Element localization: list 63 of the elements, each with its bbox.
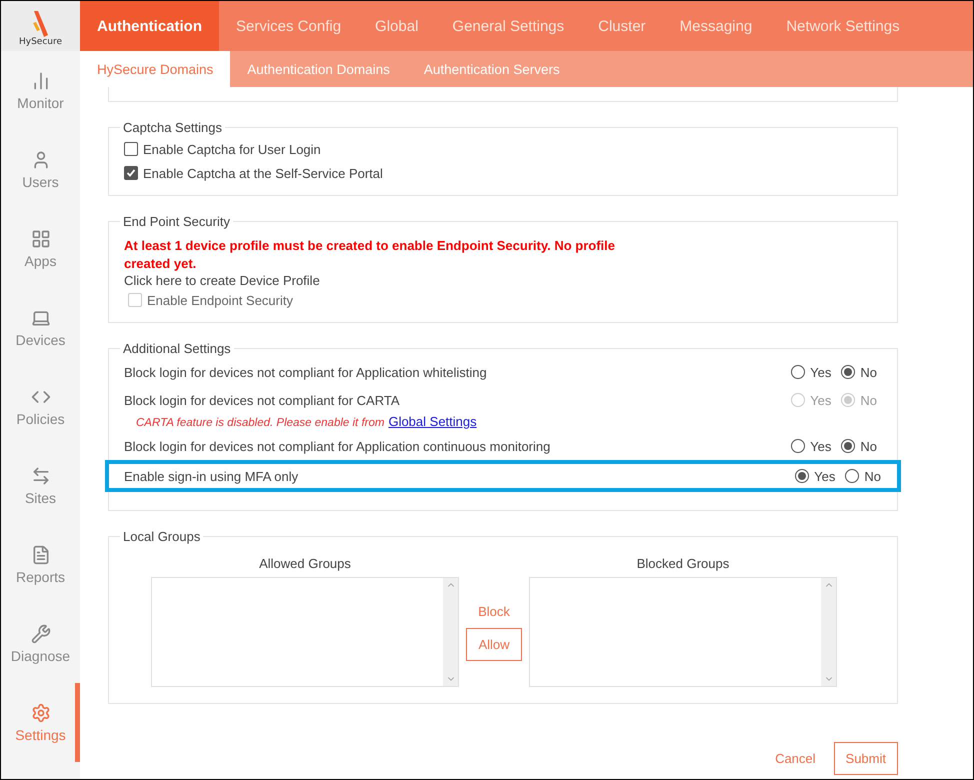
sidebar-item[interactable]: Diagnose — [1, 604, 80, 683]
setting-label: Enable sign-in using MFA only — [124, 468, 298, 484]
sidebar-item[interactable]: Users — [1, 130, 80, 209]
panel-title: Local Groups — [122, 529, 202, 544]
sidebar-item[interactable]: Settings — [1, 683, 80, 762]
panel-title: End Point Security — [122, 214, 231, 229]
setting-label: Block login for devices not compliant for Application whitelisting — [124, 364, 487, 380]
radio-button[interactable] — [841, 365, 856, 379]
block-button[interactable]: Block — [472, 603, 516, 620]
panel-title: Captcha Settings — [122, 120, 224, 135]
checkbox-label: Enable Captcha at the Self-Service Portal — [143, 166, 383, 180]
nav-tab[interactable]: Services Config — [219, 1, 358, 51]
radio-label: Yes — [814, 468, 836, 484]
panel-title: Additional Settings — [122, 341, 232, 356]
sub-tab[interactable]: Authentication Servers — [406, 51, 577, 87]
radio-label: Yes — [810, 364, 832, 380]
sidebar-item[interactable]: Reports — [1, 525, 80, 604]
radio-label: No — [860, 392, 877, 408]
nav-tab[interactable]: Cluster — [581, 1, 663, 51]
radio-label: Yes — [810, 438, 832, 454]
list-title: Allowed Groups — [258, 556, 352, 571]
nav-tab[interactable]: Messaging — [662, 1, 770, 51]
arrows-icon — [30, 466, 50, 486]
sidebar-item[interactable]: Devices — [1, 288, 80, 367]
radio-button[interactable] — [841, 439, 856, 453]
sub-tab[interactable]: Authentication Domains — [230, 51, 407, 87]
radio-button[interactable] — [791, 439, 806, 453]
document-icon — [30, 544, 50, 564]
logo-text: HySecure — [18, 37, 62, 47]
list-box[interactable] — [529, 577, 837, 687]
setting-label: Block login for devices not compliant for Application continuous monitoring — [124, 438, 550, 454]
wrench-icon — [30, 624, 50, 644]
radio-label: Yes — [810, 392, 832, 408]
sidebar-item[interactable]: Sites — [1, 446, 80, 525]
setting-label: Block login for devices not compliant for CARTA — [124, 392, 400, 408]
radio-label: No — [860, 438, 877, 454]
grid-icon — [30, 228, 50, 248]
notice-text: CARTA feature is disabled. Please enable it from Global Settings — [135, 414, 478, 431]
cancel-button[interactable]: Cancel — [769, 750, 822, 767]
checkbox-label: Enable Endpoint Security — [147, 292, 293, 308]
nav-tab[interactable]: Network Settings — [769, 1, 917, 51]
nav-tab[interactable]: General Settings — [435, 1, 582, 51]
list-title: Blocked Groups — [636, 556, 730, 571]
radio-label: No — [860, 364, 877, 380]
checkbox-label: Enable Captcha for User Login — [143, 142, 321, 156]
sidebar-item[interactable]: Policies — [1, 367, 80, 446]
allow-button[interactable]: Allow — [466, 628, 522, 661]
checkbox[interactable] — [124, 142, 138, 156]
list-box[interactable] — [151, 577, 459, 687]
warning-text: At least 1 device profile must be created to enable Endpoint Security. No profile created yet. — [124, 237, 616, 273]
settings-icon — [30, 702, 50, 722]
sidebar-item[interactable]: Monitor — [1, 51, 80, 130]
radio-label: No — [864, 468, 881, 484]
radio-button[interactable] — [845, 469, 860, 483]
radio-button[interactable] — [795, 469, 810, 483]
nav-tab[interactable]: Authentication — [80, 1, 219, 51]
sub-tab[interactable]: HySecure Domains — [80, 51, 230, 87]
nav-tab[interactable]: Global — [358, 1, 436, 51]
create-profile-link[interactable]: Click here to create Device Profile — [124, 273, 320, 288]
sidebar-item[interactable]: Apps — [1, 209, 80, 288]
checkbox[interactable] — [124, 166, 138, 180]
radio-button[interactable] — [791, 365, 806, 379]
submit-button[interactable]: Submit — [834, 742, 898, 775]
